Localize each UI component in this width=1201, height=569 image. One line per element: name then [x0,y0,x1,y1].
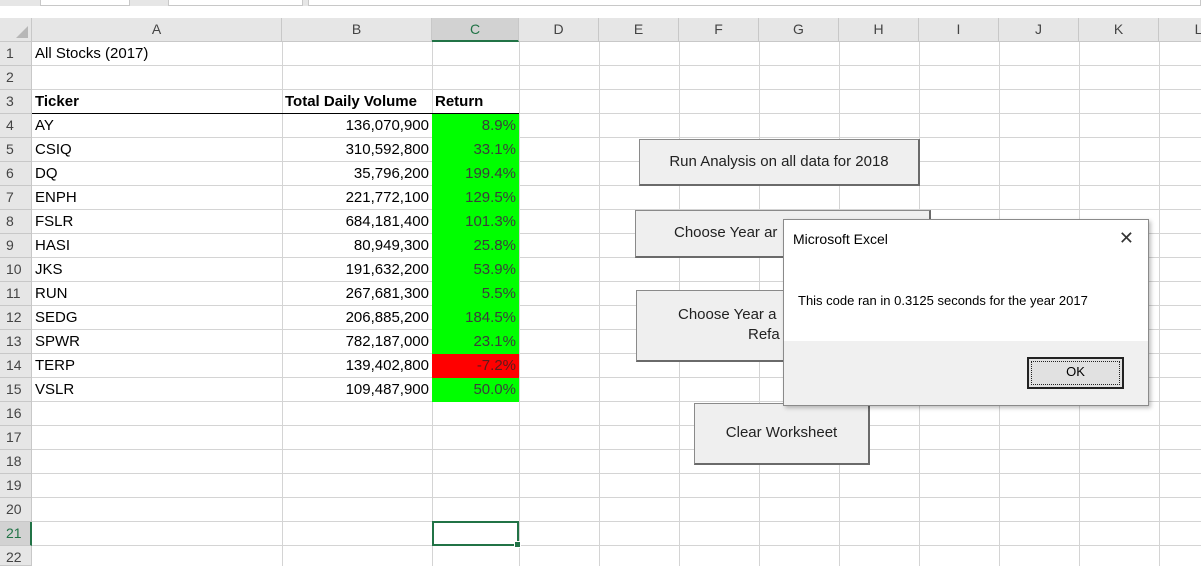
column-header-j[interactable]: J [999,18,1079,42]
row-header-21[interactable]: 21 [0,522,32,546]
header-return[interactable]: Return [432,90,519,114]
dialog-footer: OK [784,341,1148,405]
ticker-cell[interactable]: SEDG [32,306,282,330]
row-header-2[interactable]: 2 [0,66,32,90]
row-header-13[interactable]: 13 [0,330,32,354]
column-header-a[interactable]: A [32,18,282,42]
dialog-title: Microsoft Excel [793,231,888,247]
column-header-h[interactable]: H [839,18,919,42]
run-analysis-all-button[interactable]: Run Analysis on all data for 2018 [639,139,920,186]
volume-cell[interactable]: 80,949,300 [282,234,432,258]
ticker-cell[interactable]: AY [32,114,282,138]
ribbon-strip [0,0,1201,6]
return-cell[interactable]: 53.9% [432,258,519,282]
volume-cell[interactable]: 221,772,100 [282,186,432,210]
ticker-cell[interactable]: ENPH [32,186,282,210]
header-ticker[interactable]: Ticker [32,90,282,114]
active-cell-c21[interactable] [432,521,521,548]
close-icon[interactable]: ✕ [1119,229,1134,247]
ticker-cell[interactable]: JKS [32,258,282,282]
return-cell[interactable]: 101.3% [432,210,519,234]
volume-cell[interactable]: 267,681,300 [282,282,432,306]
ticker-cell[interactable]: VSLR [32,378,282,402]
row-header-10[interactable]: 10 [0,258,32,282]
row-header-14[interactable]: 14 [0,354,32,378]
return-cell-negative[interactable]: -7.2% [432,354,519,378]
run-analysis-all-label: Run Analysis on all data for 2018 [669,153,889,170]
volume-cell[interactable]: 191,632,200 [282,258,432,282]
sheet-title-cell[interactable]: All Stocks (2017) [32,42,282,66]
volume-cell[interactable]: 109,487,900 [282,378,432,402]
row-header-19[interactable]: 19 [0,474,32,498]
ticker-cell[interactable]: CSIQ [32,138,282,162]
return-cell[interactable]: 8.9% [432,114,519,138]
row-header-22[interactable]: 22 [0,546,32,566]
row-header-5[interactable]: 5 [0,138,32,162]
column-header-b[interactable]: B [282,18,432,42]
volume-cell[interactable]: 782,187,000 [282,330,432,354]
dialog-message: This code ran in 0.3125 seconds for the … [798,293,1088,308]
row-header-6[interactable]: 6 [0,162,32,186]
row-header-9[interactable]: 9 [0,234,32,258]
clear-worksheet-button[interactable]: Clear Worksheet [694,403,870,465]
return-cell[interactable]: 5.5% [432,282,519,306]
return-cell[interactable]: 129.5% [432,186,519,210]
row-header-16[interactable]: 16 [0,402,32,426]
column-header-f[interactable]: F [679,18,759,42]
column-header-l[interactable]: L [1159,18,1201,42]
return-cell[interactable]: 199.4% [432,162,519,186]
column-header-d[interactable]: D [519,18,599,42]
row-header-3[interactable]: 3 [0,90,32,114]
ticker-cell[interactable]: RUN [32,282,282,306]
ticker-cell[interactable]: DQ [32,162,282,186]
row-header-17[interactable]: 17 [0,426,32,450]
ticker-cell[interactable]: FSLR [32,210,282,234]
return-cell[interactable]: 25.8% [432,234,519,258]
column-header-k[interactable]: K [1079,18,1159,42]
return-cell[interactable]: 184.5% [432,306,519,330]
column-header-i[interactable]: I [919,18,999,42]
header-volume[interactable]: Total Daily Volume [282,90,432,114]
focus-ring [1031,361,1120,385]
row-header-12[interactable]: 12 [0,306,32,330]
select-all-icon [16,26,28,38]
row-header-7[interactable]: 7 [0,186,32,210]
ticker-cell[interactable]: HASI [32,234,282,258]
volume-cell[interactable]: 310,592,800 [282,138,432,162]
row-header-4[interactable]: 4 [0,114,32,138]
ok-button[interactable]: OK [1027,357,1124,389]
volume-cell[interactable]: 136,070,900 [282,114,432,138]
column-header-e[interactable]: E [599,18,679,42]
message-box: Microsoft Excel ✕ This code ran in 0.312… [783,219,1149,406]
row-header-15[interactable]: 15 [0,378,32,402]
volume-cell[interactable]: 206,885,200 [282,306,432,330]
volume-cell[interactable]: 139,402,800 [282,354,432,378]
ticker-cell[interactable]: SPWR [32,330,282,354]
choose-year-label: Choose Year ar [674,224,778,241]
row-header-8[interactable]: 8 [0,210,32,234]
row-header-1[interactable]: 1 [0,42,32,66]
return-cell[interactable]: 50.0% [432,378,519,402]
ribbon-tab-edge [40,0,130,6]
column-header-c[interactable]: C [432,18,519,42]
select-all-corner[interactable] [0,18,32,42]
fill-handle[interactable] [514,541,521,548]
name-box-edge [168,0,303,6]
column-header-g[interactable]: G [759,18,839,42]
row-header-20[interactable]: 20 [0,498,32,522]
clear-worksheet-label: Clear Worksheet [725,424,838,441]
return-cell[interactable]: 33.1% [432,138,519,162]
volume-cell[interactable]: 684,181,400 [282,210,432,234]
row-header-18[interactable]: 18 [0,450,32,474]
row-header-11[interactable]: 11 [0,282,32,306]
volume-cell[interactable]: 35,796,200 [282,162,432,186]
formula-bar-edge [308,0,1201,6]
ticker-cell[interactable]: TERP [32,354,282,378]
return-cell[interactable]: 23.1% [432,330,519,354]
